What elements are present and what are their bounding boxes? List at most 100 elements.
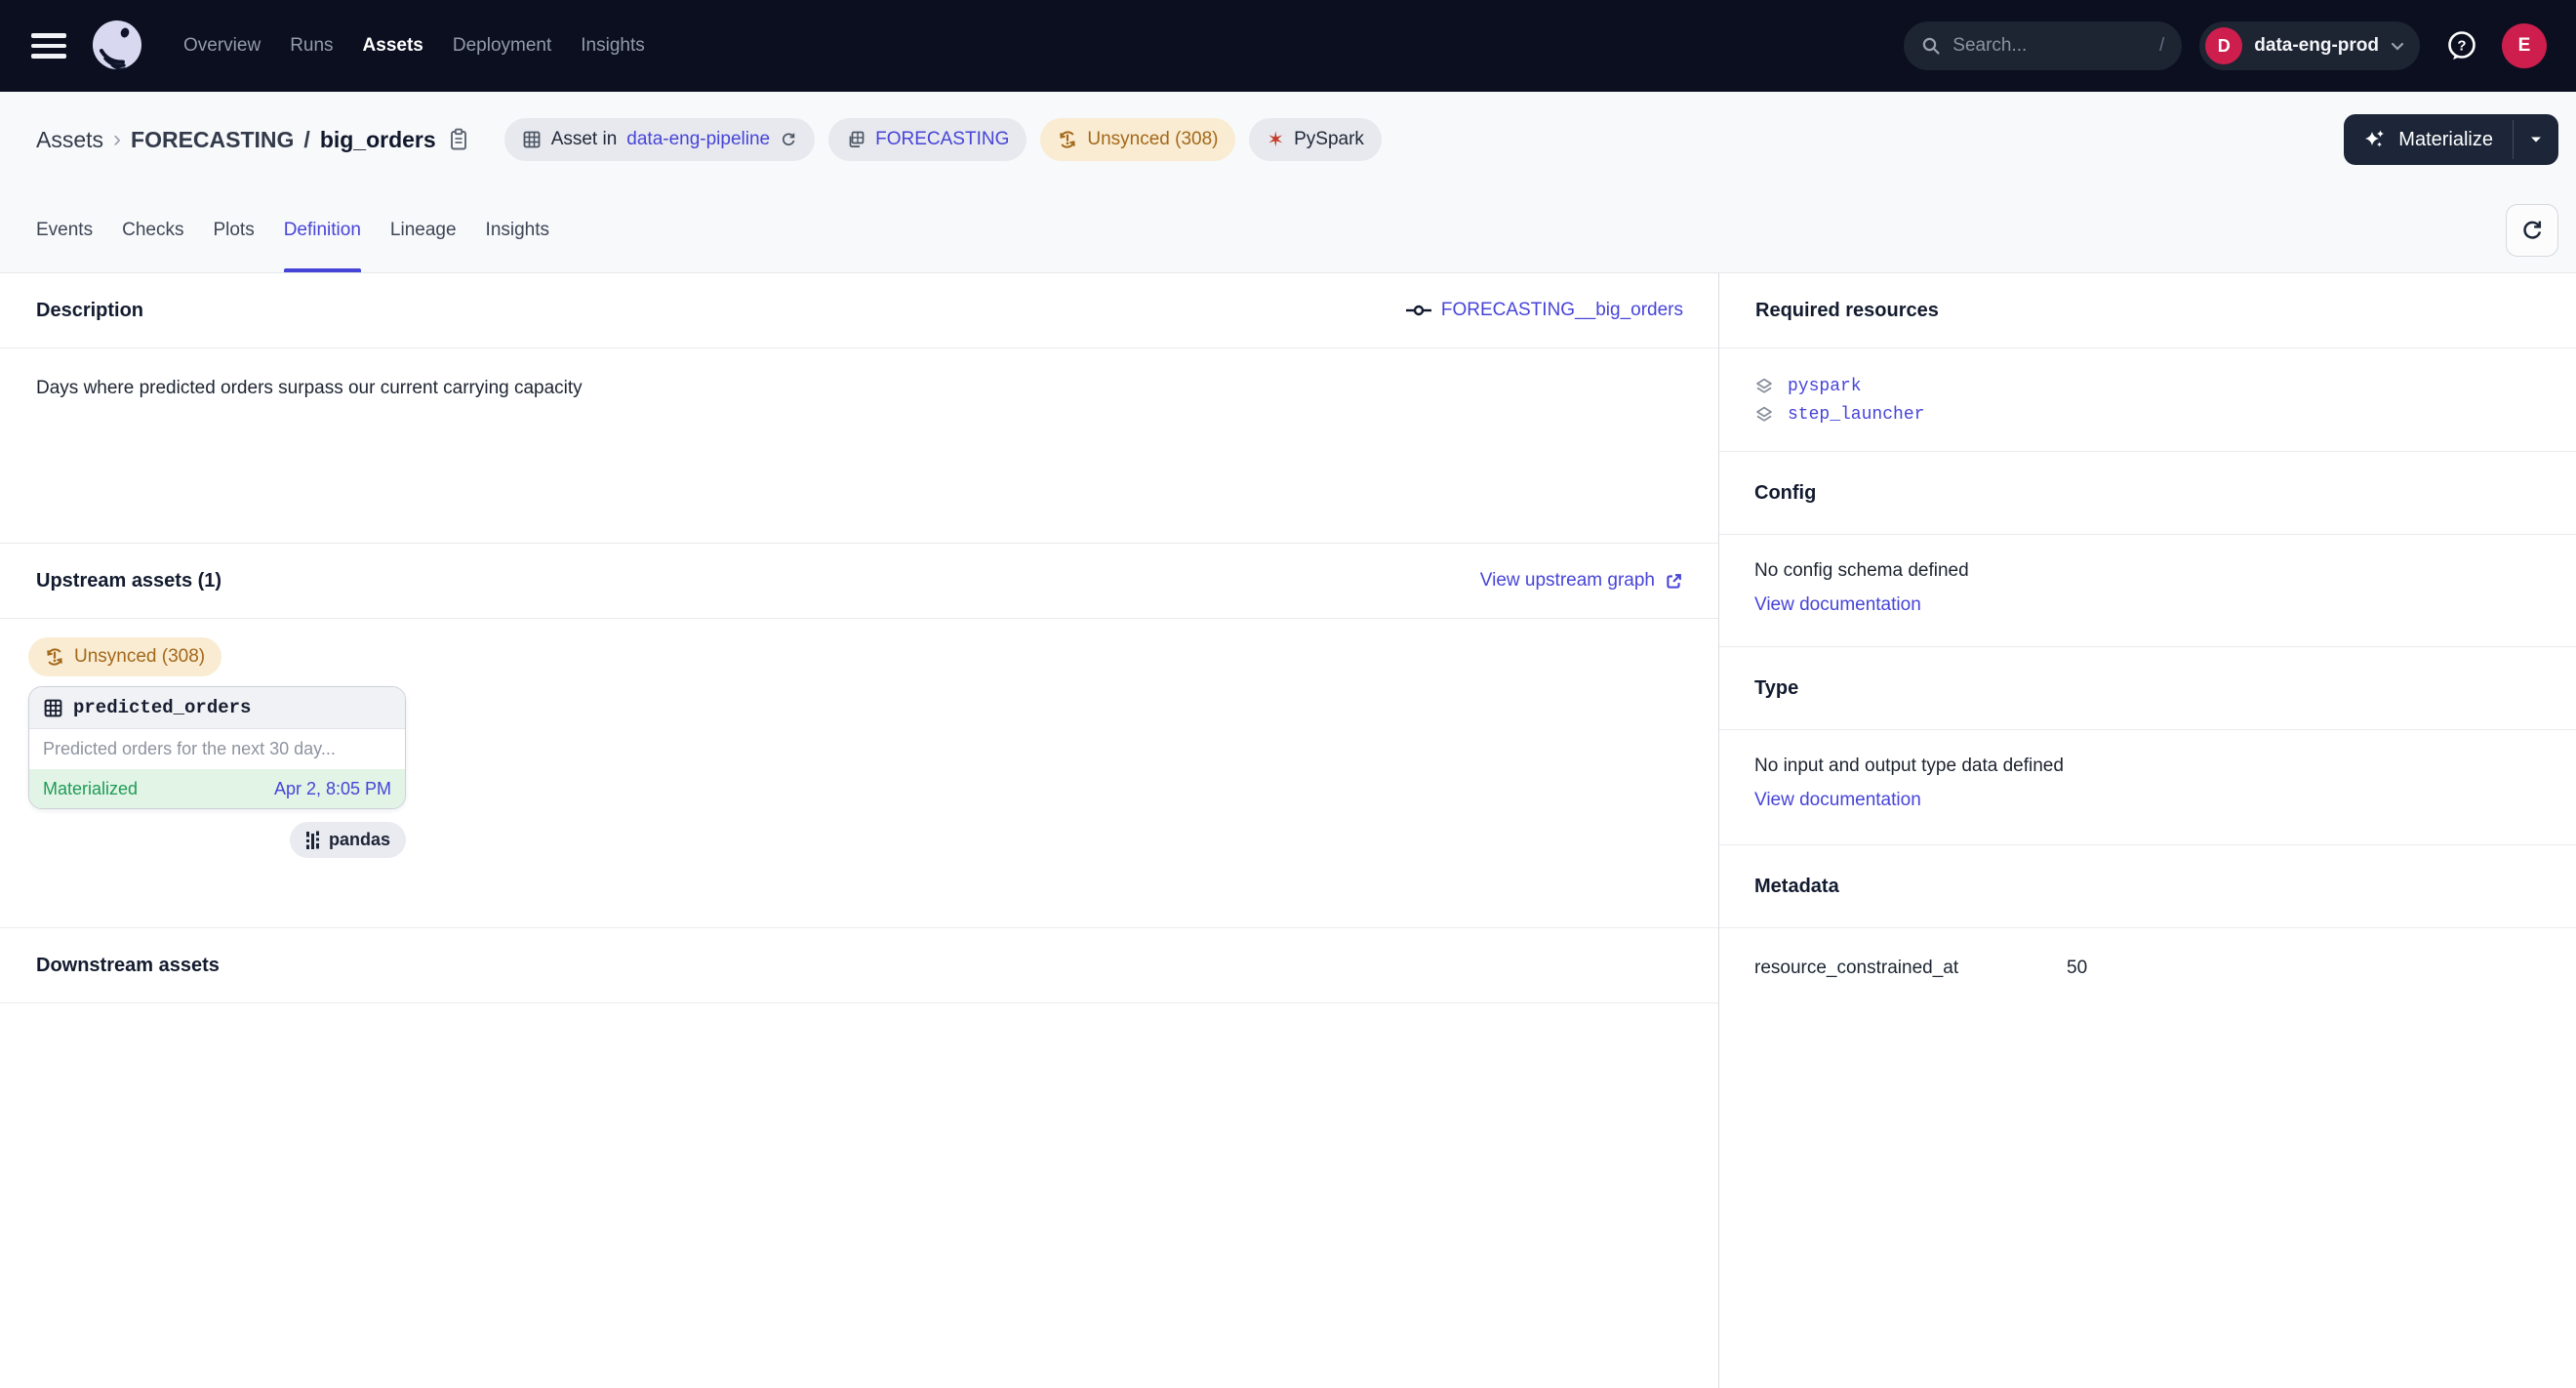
metadata-key: resource_constrained_at bbox=[1754, 958, 2067, 979]
asset-header-tags: Asset in data-eng-pipeline FORECASTING bbox=[504, 118, 1382, 161]
metadata-body: resource_constrained_at 50 bbox=[1719, 928, 2576, 1008]
upstream-section-header: Upstream assets (1) View upstream graph bbox=[0, 544, 1718, 619]
copy-asset-key-button[interactable] bbox=[448, 128, 469, 151]
refresh-small-icon bbox=[780, 131, 797, 148]
description-body: Days where predicted orders surpass our … bbox=[0, 348, 1718, 544]
tag-compute-kind-pyspark[interactable]: ✶ PySpark bbox=[1249, 118, 1381, 161]
pandas-label: pandas bbox=[329, 830, 390, 850]
tab-events[interactable]: Events bbox=[36, 187, 93, 272]
op-name-link[interactable]: FORECASTING__big_orders bbox=[1406, 300, 1683, 321]
resource-name[interactable]: pyspark bbox=[1788, 377, 1862, 396]
downstream-section-header: Downstream assets bbox=[0, 928, 1718, 1003]
dagster-logo-icon[interactable] bbox=[90, 19, 144, 73]
group-link[interactable]: FORECASTING bbox=[875, 129, 1009, 150]
description-section-header: Description FORECASTING__big_orders bbox=[0, 273, 1718, 348]
config-title: Config bbox=[1754, 482, 1816, 505]
svg-text:?: ? bbox=[2457, 38, 2466, 55]
hamburger-menu-icon[interactable] bbox=[31, 33, 66, 59]
materialize-button[interactable]: Materialize bbox=[2344, 114, 2513, 165]
table-grid-icon bbox=[522, 130, 542, 149]
op-name-label: FORECASTING__big_orders bbox=[1441, 300, 1683, 321]
external-link-icon bbox=[1665, 572, 1683, 591]
asset-card-name: predicted_orders bbox=[73, 697, 251, 718]
metadata-title: Metadata bbox=[1754, 876, 1839, 898]
view-upstream-graph-label: View upstream graph bbox=[1480, 570, 1655, 592]
layers-icon bbox=[1754, 405, 1774, 425]
deployment-name: data-eng-prod bbox=[2254, 35, 2379, 57]
nav-runs[interactable]: Runs bbox=[290, 35, 333, 57]
top-nav: Overview Runs Assets Deployment Insights… bbox=[0, 0, 2576, 92]
tab-definition[interactable]: Definition bbox=[284, 187, 361, 272]
user-avatar[interactable]: E bbox=[2502, 23, 2547, 68]
tag-group-forecasting[interactable]: FORECASTING bbox=[828, 118, 1026, 161]
breadcrumb-separator: / bbox=[303, 127, 309, 153]
tag-asset-in-label: Asset in bbox=[551, 129, 618, 150]
definition-content: Description FORECASTING__big_orders Days… bbox=[0, 273, 2576, 1388]
pandas-icon bbox=[305, 831, 320, 850]
tab-insights[interactable]: Insights bbox=[486, 187, 549, 272]
resource-name[interactable]: step_launcher bbox=[1788, 405, 1924, 425]
main-nav: Overview Runs Assets Deployment Insights bbox=[183, 35, 645, 57]
tag-asset-in-pipeline[interactable]: Asset in data-eng-pipeline bbox=[504, 118, 815, 161]
metadata-row: resource_constrained_at 50 bbox=[1754, 958, 2541, 979]
left-column: Description FORECASTING__big_orders Days… bbox=[0, 273, 1719, 1388]
nav-assets[interactable]: Assets bbox=[363, 35, 423, 57]
tab-checks[interactable]: Checks bbox=[122, 187, 183, 272]
upstream-assets-body: Unsynced (308) predicted_orders bbox=[0, 619, 1718, 928]
resource-pyspark[interactable]: pyspark bbox=[1754, 372, 2541, 400]
asset-card-status: Materialized bbox=[43, 779, 138, 799]
refresh-button[interactable] bbox=[2506, 204, 2558, 257]
caret-down-icon bbox=[2530, 136, 2542, 143]
sync-alert-icon bbox=[1058, 130, 1077, 149]
description-text: Days where predicted orders surpass our … bbox=[36, 378, 583, 398]
table-grid-icon bbox=[43, 698, 63, 718]
upstream-asset-card[interactable]: predicted_orders Predicted orders for th… bbox=[28, 686, 406, 809]
resource-step-launcher[interactable]: step_launcher bbox=[1754, 400, 2541, 429]
config-section-header: Config bbox=[1719, 452, 2576, 535]
upstream-unsynced-label: Unsynced (308) bbox=[74, 646, 205, 668]
view-upstream-graph-link[interactable]: View upstream graph bbox=[1480, 570, 1683, 592]
materialize-dropdown-button[interactable] bbox=[2514, 114, 2558, 165]
description-title: Description bbox=[36, 300, 143, 322]
tag-compute-kind-pandas[interactable]: pandas bbox=[290, 822, 406, 858]
deployment-badge: D bbox=[2205, 27, 2242, 64]
pyspark-label: PySpark bbox=[1294, 129, 1364, 150]
materialize-label: Materialize bbox=[2398, 129, 2493, 151]
pipeline-link[interactable]: data-eng-pipeline bbox=[626, 129, 770, 150]
type-view-documentation-link[interactable]: View documentation bbox=[1754, 790, 1921, 811]
type-body: No input and output type data defined Vi… bbox=[1719, 730, 2576, 845]
breadcrumb-group: FORECASTING bbox=[131, 127, 294, 153]
clipboard-icon bbox=[448, 128, 469, 151]
tab-lineage[interactable]: Lineage bbox=[390, 187, 457, 272]
breadcrumb-chevron-icon: › bbox=[113, 126, 121, 153]
config-body: No config schema defined View documentat… bbox=[1719, 535, 2576, 647]
nav-overview[interactable]: Overview bbox=[183, 35, 261, 57]
asset-card-timestamp[interactable]: Apr 2, 8:05 PM bbox=[274, 779, 391, 799]
upstream-asset: predicted_orders Predicted orders for th… bbox=[28, 686, 406, 858]
help-icon: ? bbox=[2445, 29, 2478, 62]
metadata-section-header: Metadata bbox=[1719, 845, 2576, 928]
breadcrumb-assets-link[interactable]: Assets bbox=[36, 127, 103, 153]
unsynced-label: Unsynced (308) bbox=[1087, 129, 1218, 150]
nav-insights[interactable]: Insights bbox=[581, 35, 644, 57]
asset-card-header: predicted_orders bbox=[29, 687, 405, 729]
upstream-unsynced-badge[interactable]: Unsynced (308) bbox=[28, 637, 221, 676]
required-resources-body: pyspark step_launcher bbox=[1719, 348, 2576, 452]
downstream-title: Downstream assets bbox=[36, 955, 220, 977]
dagster-asset-definition-page: { "topnav": { "items": ["Overview", "Run… bbox=[0, 0, 2576, 1388]
help-button[interactable]: ? bbox=[2445, 29, 2478, 62]
sparkles-icon bbox=[2363, 128, 2387, 151]
search-box[interactable]: / bbox=[1904, 21, 2182, 70]
asset-card-status-row: Materialized Apr 2, 8:05 PM bbox=[29, 769, 405, 808]
nav-deployment[interactable]: Deployment bbox=[453, 35, 551, 57]
deployment-switcher[interactable]: D data-eng-prod bbox=[2199, 21, 2420, 70]
search-input[interactable] bbox=[1952, 35, 2148, 57]
tag-unsynced[interactable]: Unsynced (308) bbox=[1040, 118, 1235, 161]
required-resources-title: Required resources bbox=[1755, 300, 1939, 322]
asset-tabs: Events Checks Plots Definition Lineage I… bbox=[0, 187, 2576, 272]
tab-plots[interactable]: Plots bbox=[213, 187, 254, 272]
top-nav-right: / D data-eng-prod ? E bbox=[1904, 21, 2547, 70]
config-view-documentation-link[interactable]: View documentation bbox=[1754, 594, 1921, 616]
layers-icon bbox=[1754, 377, 1774, 396]
asset-card-description: Predicted orders for the next 30 day... bbox=[29, 729, 405, 769]
